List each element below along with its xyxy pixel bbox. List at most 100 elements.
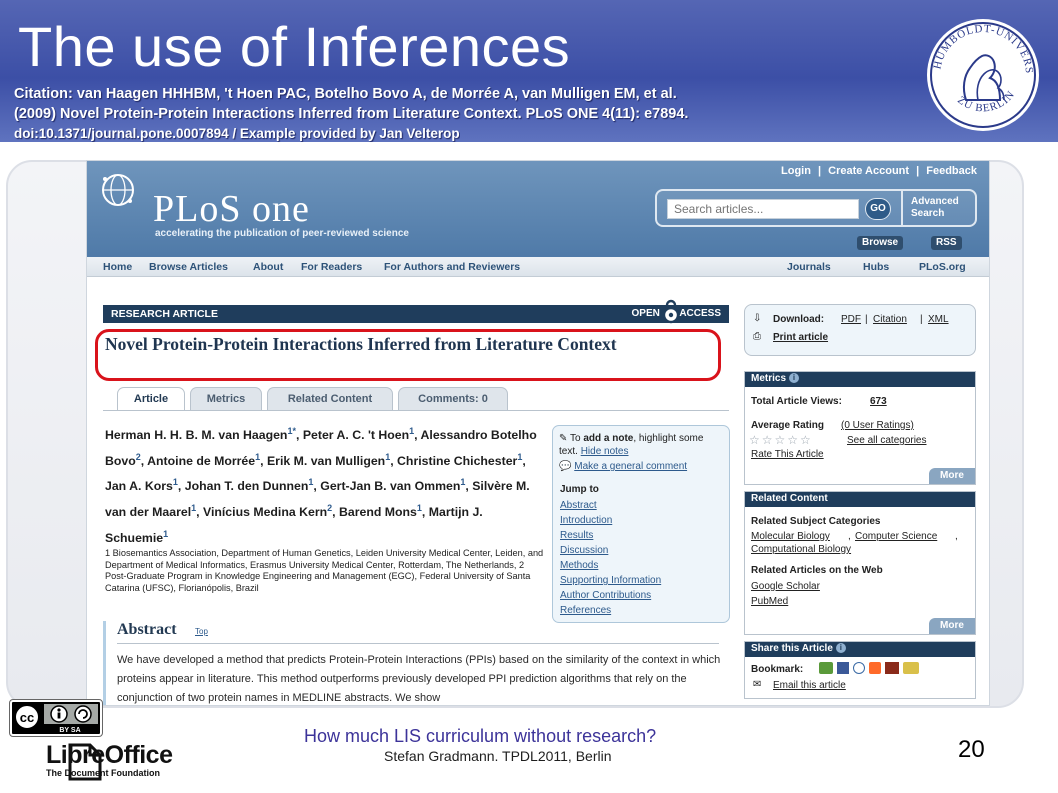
user-ratings-link[interactable]: (0 User Ratings): [841, 420, 914, 431]
jump-results[interactable]: Results: [560, 530, 593, 541]
plos-tagline: accelerating the publication of peer-rev…: [155, 228, 409, 239]
jump-references[interactable]: References: [560, 605, 611, 616]
author-affiliation-ref[interactable]: 2: [327, 503, 332, 513]
total-views-value[interactable]: 673: [870, 396, 887, 407]
author-affiliation-ref[interactable]: 1: [409, 426, 414, 436]
author-affiliation-ref[interactable]: 1: [385, 452, 390, 462]
printer-icon: ⎙: [753, 331, 761, 342]
download-pdf-link[interactable]: PDF: [841, 314, 861, 325]
author-affiliation-ref[interactable]: 1: [191, 503, 196, 513]
libreoffice-subtitle: The Document Foundation: [46, 768, 160, 778]
nav-journals[interactable]: Journals: [787, 261, 831, 273]
jump-methods[interactable]: Methods: [560, 560, 598, 571]
average-rating-label: Average Rating: [751, 420, 824, 431]
author-name: Gert-Jan B. van Ommen: [320, 479, 461, 494]
author-affiliation-ref[interactable]: 2: [136, 452, 141, 462]
plos-header: Login | Create Account | Feedback PLoS o…: [87, 161, 989, 257]
advanced-search-link[interactable]: Advanced Search: [901, 191, 977, 225]
facebook-icon[interactable]: [837, 662, 849, 674]
stumbleupon-icon[interactable]: [903, 662, 919, 674]
subject-computational-biology[interactable]: Computational Biology: [751, 544, 851, 555]
author-name: Vinícius Medina Kern: [202, 505, 328, 520]
nav-plos-org[interactable]: PLoS.org: [919, 261, 966, 273]
metrics-box: Metrics i Total Article Views: 673 Averag…: [744, 371, 976, 485]
nav-for-authors[interactable]: For Authors and Reviewers: [384, 261, 520, 273]
pubmed-link[interactable]: PubMed: [751, 596, 788, 607]
google-scholar-link[interactable]: Google Scholar: [751, 581, 820, 592]
share-title: Share this Article: [751, 643, 833, 654]
rss-button[interactable]: RSS: [931, 236, 962, 250]
tab-metrics[interactable]: Metrics: [190, 387, 262, 411]
share-header: Share this Article i: [745, 642, 975, 657]
nav-for-readers[interactable]: For Readers: [301, 261, 362, 273]
libreoffice-wordmark: LibreOffice: [46, 741, 173, 769]
login-link[interactable]: Login: [781, 165, 811, 177]
author-affiliation-ref[interactable]: 1: [517, 452, 522, 462]
info-icon[interactable]: i: [789, 373, 800, 384]
plos-one-logo[interactable]: PLoS one: [153, 187, 310, 231]
rate-article-link[interactable]: Rate This Article: [751, 449, 824, 460]
citeulike-icon[interactable]: [819, 662, 833, 674]
mendeley-icon[interactable]: [885, 662, 899, 674]
pencil-icon: ✎: [559, 433, 568, 444]
separator: |: [920, 314, 923, 325]
bookmark-label: Bookmark:: [751, 664, 804, 675]
hide-notes-link[interactable]: Hide notes: [581, 446, 629, 457]
author-affiliation-ref[interactable]: 1: [460, 477, 465, 487]
download-xml-link[interactable]: XML: [928, 314, 949, 325]
jump-author-contributions[interactable]: Author Contributions: [560, 590, 651, 601]
digg-icon[interactable]: [869, 662, 881, 674]
jump-introduction[interactable]: Introduction: [560, 515, 612, 526]
nav-about[interactable]: About: [253, 261, 283, 273]
jump-supporting-information[interactable]: Supporting Information: [560, 575, 661, 586]
tab-related-content[interactable]: Related Content: [267, 387, 393, 411]
jump-discussion[interactable]: Discussion: [560, 545, 608, 556]
author-affiliation-ref[interactable]: 1: [173, 477, 178, 487]
svg-text:cc: cc: [20, 710, 34, 725]
feedback-link[interactable]: Feedback: [926, 165, 977, 177]
author-name: Christine Chichester: [397, 453, 518, 468]
abstract-text: We have developed a method that predicts…: [117, 654, 721, 704]
author-affiliation-ref[interactable]: 1: [308, 477, 313, 487]
footer-question: How much LIS curriculum without research…: [304, 726, 657, 746]
related-more-button[interactable]: More: [929, 618, 975, 634]
author-name: Johan T. den Dunnen: [184, 479, 309, 494]
cc-icon: cc BY SA: [14, 704, 98, 734]
subject-computer-science[interactable]: Computer Science: [855, 531, 937, 542]
search-go-button[interactable]: GO: [865, 198, 891, 220]
metrics-more-button[interactable]: More: [929, 468, 975, 484]
rating-stars[interactable]: ☆☆☆☆☆: [749, 433, 813, 447]
tab-divider: [103, 410, 729, 411]
connotea-icon[interactable]: [853, 662, 865, 674]
nav-hubs[interactable]: Hubs: [863, 261, 889, 273]
create-account-link[interactable]: Create Account: [828, 165, 909, 177]
nav-browse-articles[interactable]: Browse Articles: [149, 261, 228, 273]
subject-molecular-biology[interactable]: Molecular Biology: [751, 531, 830, 542]
author-name: Antoine de Morrée: [147, 453, 256, 468]
see-all-categories-link[interactable]: See all categories: [847, 435, 927, 446]
separator: |: [818, 165, 822, 177]
author-affiliation-ref[interactable]: 1: [163, 529, 168, 539]
related-content-box: Related Content Related Subject Categori…: [744, 491, 976, 635]
nav-home[interactable]: Home: [103, 261, 132, 273]
author-affiliation-ref[interactable]: 1*: [287, 426, 296, 436]
section-label: RESEARCH ARTICLE: [111, 308, 218, 320]
info-icon[interactable]: i: [835, 643, 846, 654]
general-comment-link[interactable]: Make a general comment: [574, 461, 687, 472]
metrics-header: Metrics i: [745, 372, 975, 387]
download-citation-link[interactable]: Citation: [873, 314, 907, 325]
email-article-link[interactable]: Email this article: [773, 680, 846, 691]
print-article-link[interactable]: Print article: [773, 332, 828, 343]
author-affiliation-ref[interactable]: 1: [417, 503, 422, 513]
citation-line-3: doi:10.1371/journal.pone.0007894 / Examp…: [14, 126, 460, 141]
tab-article[interactable]: Article: [117, 387, 185, 411]
search-input[interactable]: [667, 199, 859, 219]
abstract-top-link[interactable]: Top: [195, 627, 208, 636]
jump-abstract[interactable]: Abstract: [560, 500, 597, 511]
download-icon: ⇩: [753, 313, 762, 324]
browse-button[interactable]: Browse: [857, 236, 904, 250]
author-name: Jan A. Kors: [105, 479, 173, 494]
research-article-bar: RESEARCH ARTICLE OPEN ACCESS: [103, 305, 729, 323]
tab-comments[interactable]: Comments: 0: [398, 387, 508, 411]
author-affiliation-ref[interactable]: 1: [255, 452, 260, 462]
